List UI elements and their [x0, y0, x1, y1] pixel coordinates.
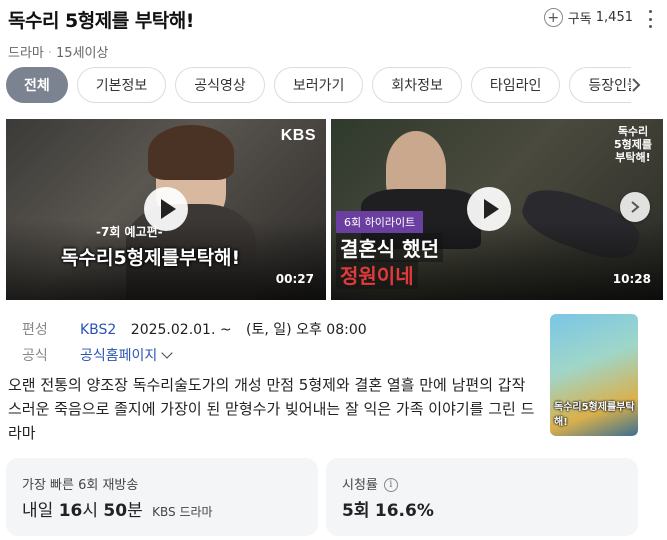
- tab-timeline[interactable]: 타임라인: [470, 67, 561, 103]
- chevron-right-icon[interactable]: [628, 76, 644, 94]
- official-row: 공식 공식홈페이지: [22, 342, 367, 368]
- program-title[interactable]: 독수리 5형제를 부탁해!: [8, 6, 194, 33]
- drama-logo: 독수리 5형제를 부탁해!: [613, 125, 652, 164]
- tab-official-video[interactable]: 공식영상: [175, 67, 265, 103]
- video-caption-line1: 결혼식 했던: [336, 233, 443, 262]
- tab-characters[interactable]: 등장인물: [569, 67, 631, 103]
- official-label: 공식: [22, 348, 48, 364]
- subscribe-label: 구독: [567, 12, 592, 27]
- carousel-next-button[interactable]: [620, 192, 650, 222]
- chevron-right-icon: [631, 201, 640, 213]
- homepage-link[interactable]: 공식홈페이지: [80, 345, 173, 365]
- genre-label: 드라마: [8, 46, 44, 61]
- video-carousel: KBS -7회 예고편- 독수리5형제를부탁해! 00:27 독수리 5형제를 …: [6, 119, 663, 300]
- tab-watch[interactable]: 보러가기: [273, 67, 364, 103]
- tab-basic-info[interactable]: 기본정보: [76, 67, 167, 103]
- tab-episode-info[interactable]: 회차정보: [372, 67, 462, 103]
- ratings-label: 시청률 i: [342, 474, 398, 493]
- video-caption-line2: 정원이네: [336, 260, 418, 289]
- separator-dot: ·: [47, 46, 53, 61]
- program-info: 편성 KBS2 2025.02.01. ~ (토, 일) 오후 08:00 공식…: [22, 316, 367, 368]
- start-date: 2025.02.01. ~: [130, 322, 232, 338]
- thumbnail-person-hair: [148, 125, 234, 180]
- video-duration: 00:27: [275, 272, 314, 286]
- broadcast-label: 편성: [22, 322, 48, 338]
- video-card[interactable]: KBS -7회 예고편- 독수리5형제를부탁해! 00:27: [6, 119, 326, 300]
- rerun-card[interactable]: 가장 빠른 6회 재방송 내일 16시 50분 KBS 드라마: [6, 458, 318, 536]
- play-icon: [483, 199, 499, 219]
- video-card[interactable]: 독수리 5형제를 부탁해! 6회 하이라이트 결혼식 했던 정원이네 10:28: [331, 119, 663, 300]
- tab-all[interactable]: 전체: [6, 67, 68, 103]
- program-header: 독수리 5형제를 부탁해! 드라마 · 15세이상 + 구독 1,451: [8, 6, 659, 62]
- channel-link[interactable]: KBS2: [80, 322, 116, 338]
- episode-tag: 6회 하이라이트: [336, 211, 424, 233]
- subscribe-count: 1,451: [595, 10, 633, 25]
- video-caption-small: -7회 예고편-: [96, 225, 163, 239]
- info-icon[interactable]: i: [383, 477, 398, 492]
- video-duration: 10:28: [612, 272, 651, 286]
- chevron-down-icon: [161, 347, 173, 359]
- video-caption-big: 독수리5형제를부탁해!: [61, 247, 241, 269]
- tab-bar: 전체 기본정보 공식영상 보러가기 회차정보 타임라인 등장인물: [6, 67, 631, 103]
- poster-title: 독수리5형제를부탁해!: [554, 402, 635, 428]
- program-meta: 드라마 · 15세이상: [8, 42, 108, 61]
- rerun-channel: KBS 드라마: [152, 505, 213, 519]
- channel-logo: KBS: [280, 127, 316, 144]
- schedule: (토, 일) 오후 08:00: [246, 322, 367, 338]
- play-icon: [160, 199, 176, 219]
- ratings-card[interactable]: 시청률 i 5회 16.6%: [326, 458, 638, 536]
- more-options-icon[interactable]: [643, 10, 657, 28]
- program-description: 오랜 전통의 양조장 독수리술도가의 개성 만점 5형제와 결혼 열흘 만에 남…: [8, 376, 535, 442]
- rerun-time: 내일 16시 50분 KBS 드라마: [22, 501, 213, 521]
- ratings-value: 5회 16.6%: [342, 501, 434, 521]
- age-rating-label: 15세이상: [56, 46, 109, 61]
- broadcast-row: 편성 KBS2 2025.02.01. ~ (토, 일) 오후 08:00: [22, 316, 367, 342]
- rerun-label: 가장 빠른 6회 재방송: [22, 478, 139, 493]
- play-button[interactable]: [467, 187, 511, 231]
- program-poster[interactable]: 독수리5형제를부탁해!: [550, 314, 638, 436]
- plus-circle-icon: +: [543, 8, 563, 27]
- subscribe-button[interactable]: + 구독 1,451: [543, 8, 633, 27]
